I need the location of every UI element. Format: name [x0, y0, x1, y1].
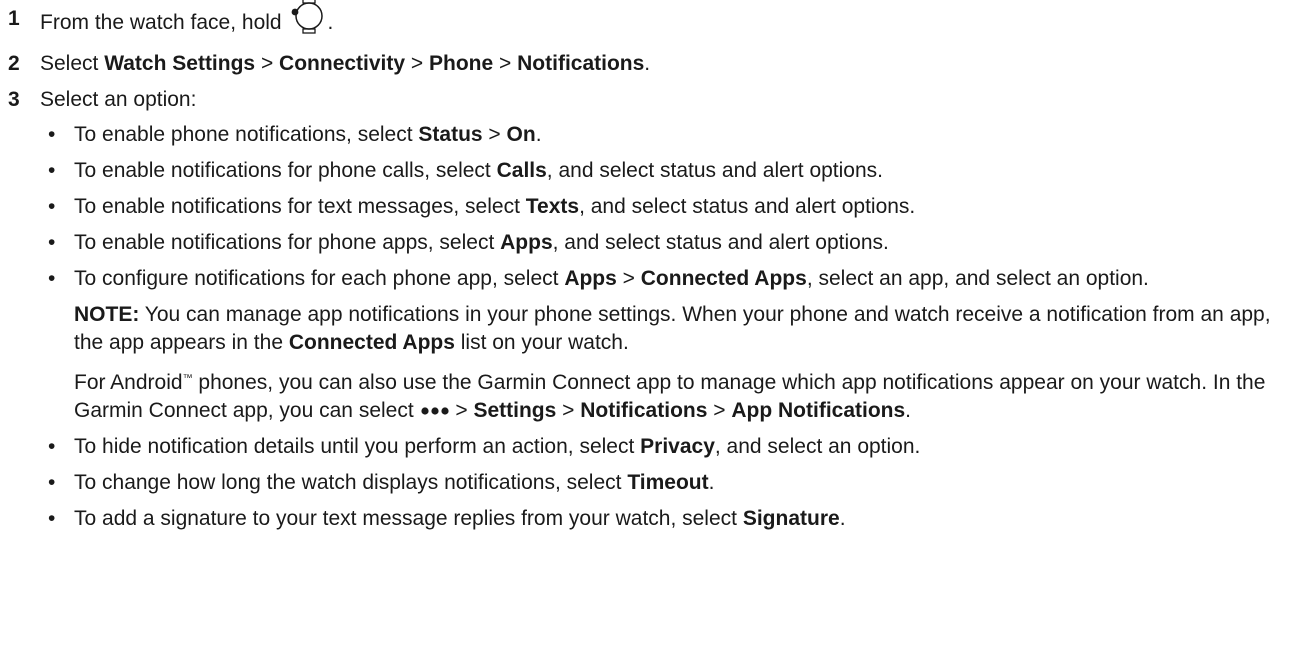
- menu-connected-apps: Connected Apps: [288, 331, 455, 354]
- android-text-end: .: [905, 399, 912, 422]
- menu-apps: Apps: [500, 231, 553, 254]
- menu-notifications: Notifications: [580, 399, 708, 422]
- bullet: •: [48, 159, 56, 182]
- menu-notifications: Notifications: [517, 52, 645, 75]
- menu-privacy: Privacy: [640, 435, 715, 458]
- bullet: •: [48, 231, 56, 254]
- option-text-end: , and select status and alert options.: [579, 195, 916, 218]
- option-text: To enable notifications for text message…: [74, 195, 526, 218]
- menu-settings: Settings: [473, 399, 557, 422]
- menu-connected-apps: Connected Apps: [640, 267, 807, 290]
- menu-app-notifications: App Notifications: [731, 399, 906, 422]
- step-1: 1 From the watch face, hold .: [8, 0, 1303, 43]
- menu-on: On: [506, 123, 536, 146]
- option-text: To configure notifications for each phon…: [74, 267, 565, 290]
- separator: >: [405, 52, 430, 75]
- step-number: 3: [8, 88, 20, 111]
- step-text-end: .: [327, 11, 334, 35]
- list-item: • To hide notification details until you…: [40, 433, 1303, 461]
- list-item: • To enable notifications for phone call…: [40, 157, 1303, 185]
- list-item: • To change how long the watch displays …: [40, 469, 1303, 497]
- separator: >: [482, 123, 507, 146]
- option-text: To enable notifications for phone calls,…: [74, 159, 497, 182]
- bullet: •: [48, 123, 56, 146]
- step-text: From the watch face, hold: [40, 11, 288, 35]
- menu-apps: Apps: [564, 267, 617, 290]
- menu-timeout: Timeout: [627, 471, 709, 494]
- more-dots-icon: [420, 396, 450, 424]
- bullet: •: [48, 435, 56, 458]
- separator: >: [493, 52, 518, 75]
- step-2: 2 Select Watch Settings > Connectivity >…: [8, 49, 1303, 79]
- separator: >: [616, 267, 641, 290]
- bullet: •: [48, 267, 56, 290]
- option-text-end: , and select an option.: [714, 435, 921, 458]
- menu-phone: Phone: [429, 52, 494, 75]
- instructions-document: 1 From the watch face, hold . 2 Select W…: [8, 0, 1303, 533]
- step-3: 3 Select an option: • To enable phone no…: [8, 85, 1303, 533]
- menu-texts: Texts: [525, 195, 580, 218]
- trademark-symbol: ™: [182, 373, 193, 384]
- bullet: •: [48, 507, 56, 530]
- option-text: To enable phone notifications, select: [74, 123, 419, 146]
- option-text-end: .: [839, 507, 846, 530]
- menu-connectivity: Connectivity: [279, 52, 406, 75]
- android-paragraph: For Android™ phones, you can also use th…: [74, 365, 1303, 425]
- step-number: 2: [8, 52, 20, 75]
- list-item: • To enable notifications for phone apps…: [40, 229, 1303, 257]
- list-item: • To add a signature to your text messag…: [40, 505, 1303, 533]
- step-text-end: .: [644, 52, 651, 75]
- separator: >: [707, 399, 732, 422]
- separator: >: [556, 399, 581, 422]
- separator: >: [255, 52, 280, 75]
- menu-signature: Signature: [742, 507, 840, 530]
- option-text: To enable notifications for phone apps, …: [74, 231, 501, 254]
- note-text: You can manage app notifications in your…: [74, 303, 1271, 354]
- menu-calls: Calls: [496, 159, 547, 182]
- step-number: 1: [8, 7, 20, 30]
- option-text: To hide notification details until you p…: [74, 435, 641, 458]
- menu-status: Status: [418, 123, 483, 146]
- option-text-end: , and select status and alert options.: [552, 231, 889, 254]
- bullet: •: [48, 471, 56, 494]
- note-paragraph: NOTE: You can manage app notifications i…: [74, 301, 1303, 357]
- option-text-end: .: [535, 123, 542, 146]
- note-text-end: list on your watch.: [454, 331, 629, 354]
- option-list: • To enable phone notifications, select …: [40, 121, 1303, 533]
- watch-button-icon: [291, 0, 327, 43]
- step-text: Select an option:: [40, 88, 197, 111]
- list-item: • To configure notifications for each ph…: [40, 265, 1303, 425]
- bullet: •: [48, 195, 56, 218]
- menu-watch-settings: Watch Settings: [104, 52, 256, 75]
- option-text-end: , select an app, and select an option.: [806, 267, 1149, 290]
- note-label: NOTE:: [74, 303, 140, 326]
- step-text: Select: [40, 52, 105, 75]
- option-text: To add a signature to your text message …: [74, 507, 743, 530]
- option-text-end: , and select status and alert options.: [546, 159, 884, 182]
- list-item: • To enable notifications for text messa…: [40, 193, 1303, 221]
- option-text: To change how long the watch displays no…: [74, 471, 628, 494]
- list-item: • To enable phone notifications, select …: [40, 121, 1303, 149]
- option-text-end: .: [708, 471, 715, 494]
- android-text: For Android: [74, 371, 183, 394]
- separator: >: [449, 399, 474, 422]
